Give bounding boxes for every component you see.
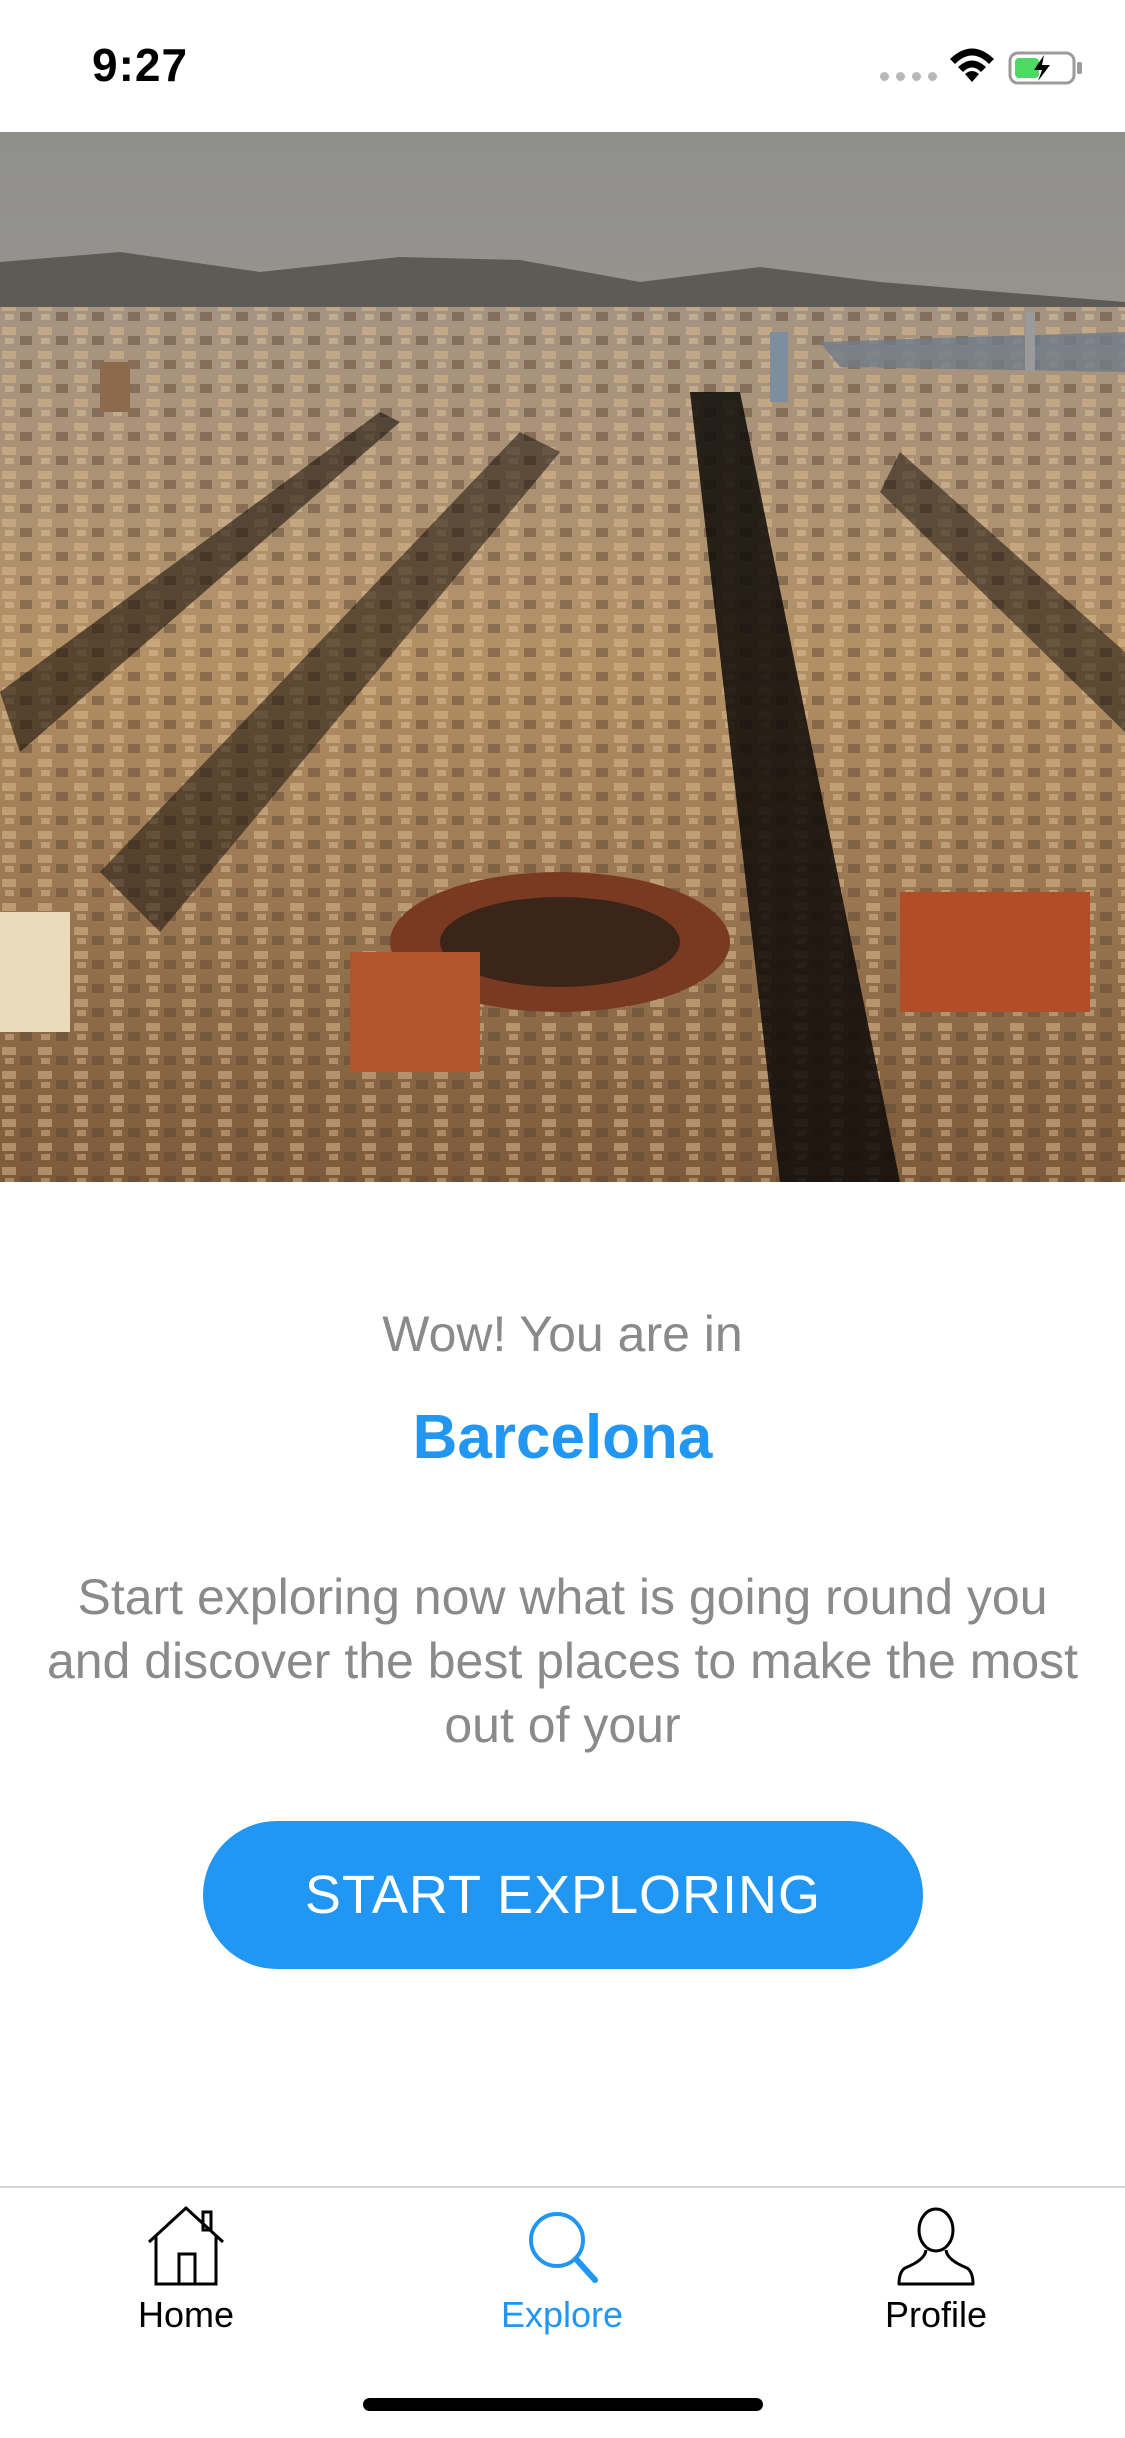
tab-home[interactable]: Home [36, 2202, 336, 2352]
tab-explore[interactable]: Explore [412, 2202, 712, 2352]
description-text: Start exploring now what is going round … [46, 1569, 1079, 1753]
tab-profile-label: Profile [884, 2294, 988, 2335]
signal-icon [880, 72, 937, 81]
status-time: 9:27 [92, 39, 189, 91]
tab-profile[interactable]: Profile [786, 2202, 1086, 2352]
home-icon [147, 2206, 225, 2286]
hero-city-image [0, 132, 1125, 1182]
battery-charging-icon [1008, 51, 1082, 85]
search-icon [529, 2212, 598, 2283]
status-bar: 9:27 [0, 0, 1125, 132]
location-subtitle: Wow! You are in [382, 1306, 743, 1362]
wifi-icon [950, 48, 994, 82]
tab-home-label: Home [137, 2294, 235, 2335]
profile-icon [897, 2207, 975, 2286]
home-indicator [363, 2398, 763, 2411]
city-name: Barcelona [412, 1403, 713, 1472]
start-exploring-button[interactable]: START EXPLORING [203, 1821, 923, 1969]
tab-explore-label: Explore [500, 2294, 624, 2335]
